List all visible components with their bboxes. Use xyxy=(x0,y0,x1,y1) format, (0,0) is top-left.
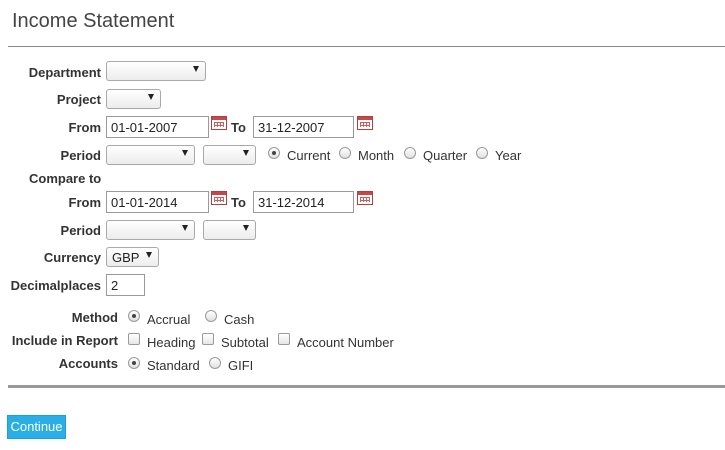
department-select[interactable] xyxy=(106,61,206,81)
period-current-radio[interactable] xyxy=(268,147,280,159)
compare-period-year-select[interactable] xyxy=(203,220,256,240)
period-quarter-radio[interactable] xyxy=(404,147,416,159)
decimalplaces-input[interactable] xyxy=(106,274,145,296)
calendar-icon[interactable] xyxy=(357,116,373,130)
accounts-gifi-radio[interactable] xyxy=(209,357,221,369)
method-cash-label: Cash xyxy=(224,312,255,327)
header-divider xyxy=(8,46,725,47)
period-year-radio[interactable] xyxy=(476,147,488,159)
include-heading-checkbox[interactable] xyxy=(128,333,140,345)
department-label: Department xyxy=(28,65,101,80)
compare-to-label: To xyxy=(231,195,246,210)
include-account-number-checkbox[interactable] xyxy=(278,333,290,345)
calendar-icon[interactable] xyxy=(211,191,227,205)
method-accrual-label: Accrual xyxy=(147,312,191,327)
method-accrual-radio[interactable] xyxy=(128,310,140,322)
period-current-label: Current xyxy=(287,148,331,163)
to-label: To xyxy=(231,120,246,135)
currency-value: GBP xyxy=(112,250,140,265)
compare-from-date-input[interactable] xyxy=(106,191,209,213)
to-date-input[interactable] xyxy=(253,116,354,138)
period-year-select[interactable] xyxy=(203,145,256,165)
chevron-down-icon xyxy=(146,252,152,258)
compare-period-label: Period xyxy=(60,223,101,238)
accounts-gifi-label: GIFI xyxy=(228,358,254,373)
chevron-down-icon xyxy=(182,225,188,231)
method-cash-radio[interactable] xyxy=(205,310,217,322)
method-label: Method xyxy=(71,310,118,325)
period-quarter-label: Quarter xyxy=(423,148,468,163)
compare-from-label: From xyxy=(68,195,102,210)
page-title: Income Statement xyxy=(12,10,175,32)
period-label: Period xyxy=(60,148,101,163)
chevron-down-icon xyxy=(243,150,249,156)
accounts-label: Accounts xyxy=(58,356,118,371)
chevron-down-icon xyxy=(182,150,188,156)
calendar-icon[interactable] xyxy=(357,191,373,205)
decimalplaces-label: Decimalplaces xyxy=(10,278,101,293)
period-select[interactable] xyxy=(106,145,195,165)
chevron-down-icon xyxy=(243,225,249,231)
currency-select[interactable]: GBP xyxy=(106,247,159,267)
form-divider xyxy=(8,385,725,388)
from-label: From xyxy=(68,120,102,135)
include-heading-label: Heading xyxy=(147,335,196,350)
period-year-label: Year xyxy=(495,148,522,163)
chevron-down-icon xyxy=(148,94,154,100)
compare-to-heading: Compare to xyxy=(29,171,102,186)
chevron-down-icon xyxy=(193,66,199,72)
include-subtotal-checkbox[interactable] xyxy=(202,333,214,345)
continue-button[interactable]: Continue xyxy=(7,415,66,439)
include-account-number-label: Account Number xyxy=(297,335,394,350)
period-month-radio[interactable] xyxy=(339,147,351,159)
calendar-icon[interactable] xyxy=(211,116,227,130)
currency-label: Currency xyxy=(43,250,101,265)
accounts-standard-radio[interactable] xyxy=(128,357,140,369)
accounts-standard-label: Standard xyxy=(147,358,200,373)
compare-period-select[interactable] xyxy=(106,220,195,240)
include-in-report-label: Include in Report xyxy=(11,333,118,348)
period-month-label: Month xyxy=(358,148,395,163)
compare-to-date-input[interactable] xyxy=(253,191,354,213)
project-select[interactable] xyxy=(106,89,161,109)
include-subtotal-label: Subtotal xyxy=(221,335,269,350)
from-date-input[interactable] xyxy=(106,116,209,138)
project-label: Project xyxy=(56,92,101,107)
